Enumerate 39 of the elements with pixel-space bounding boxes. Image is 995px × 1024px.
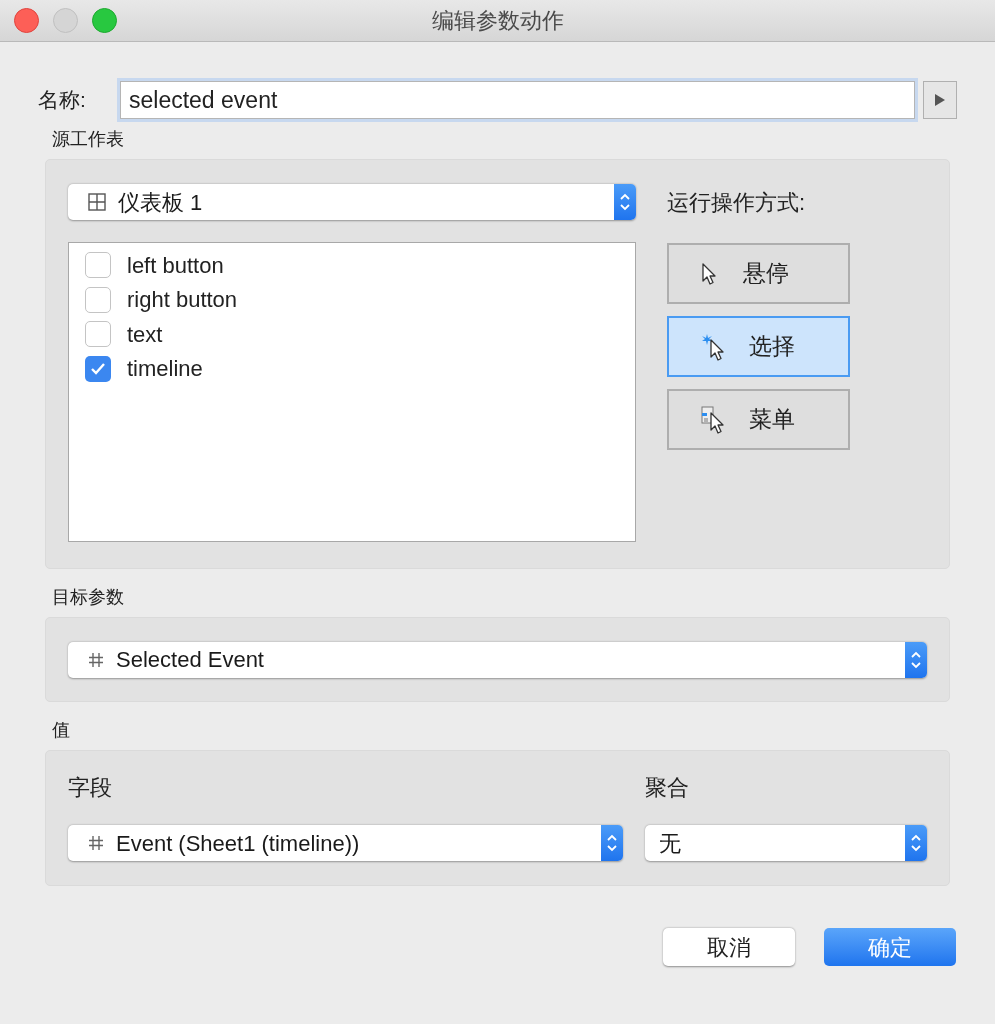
stepper-icon [905, 825, 927, 861]
checkbox[interactable] [85, 252, 111, 279]
run-mode-label: 运行操作方式: [667, 189, 807, 217]
checkmark-icon [90, 361, 106, 376]
cancel-button[interactable]: 取消 [663, 928, 795, 966]
stepper-icon [614, 184, 636, 220]
play-icon [934, 93, 946, 107]
dropdown[interactable]: 无 [645, 825, 927, 861]
checkbox[interactable] [85, 286, 111, 313]
section-label: 源工作表 [52, 128, 125, 151]
sheet-label: text [127, 320, 163, 349]
name-field[interactable]: selected event [120, 81, 915, 119]
checkbox[interactable] [85, 355, 111, 382]
sheet-label: timeline [127, 355, 203, 384]
field-label: 字段 [68, 774, 113, 802]
menu-pointer-icon [699, 405, 725, 434]
section-label: 值 [52, 719, 71, 742]
hash-icon [88, 651, 104, 668]
name-label: 名称: [38, 87, 87, 114]
dropdown[interactable]: Event (Sheet1 (timeline)) [68, 825, 623, 861]
stepper-icon [601, 825, 623, 861]
dashboard-icon [88, 193, 106, 211]
zoom-icon[interactable] [92, 8, 117, 33]
run-mode-button[interactable]: 选择 [667, 316, 850, 377]
dropdown[interactable]: 仪表板 1 [68, 184, 636, 220]
run-mode-button[interactable]: 菜单 [667, 389, 850, 450]
minimize-icon[interactable] [53, 8, 78, 33]
stepper-icon [905, 641, 927, 678]
play-button[interactable] [923, 81, 957, 119]
section-label: 目标参数 [52, 586, 125, 609]
run-mode-button[interactable]: 悬停 [667, 243, 850, 304]
aggregation-label: 聚合 [645, 774, 690, 802]
checkbox[interactable] [85, 321, 111, 348]
dropdown[interactable]: Selected Event [68, 641, 927, 678]
sheet-label: right button [127, 286, 238, 315]
window-title: 编辑参数动作 [431, 7, 564, 35]
hash-icon [88, 835, 104, 851]
close-icon[interactable] [14, 8, 39, 33]
sheet-label: left button [127, 251, 224, 280]
